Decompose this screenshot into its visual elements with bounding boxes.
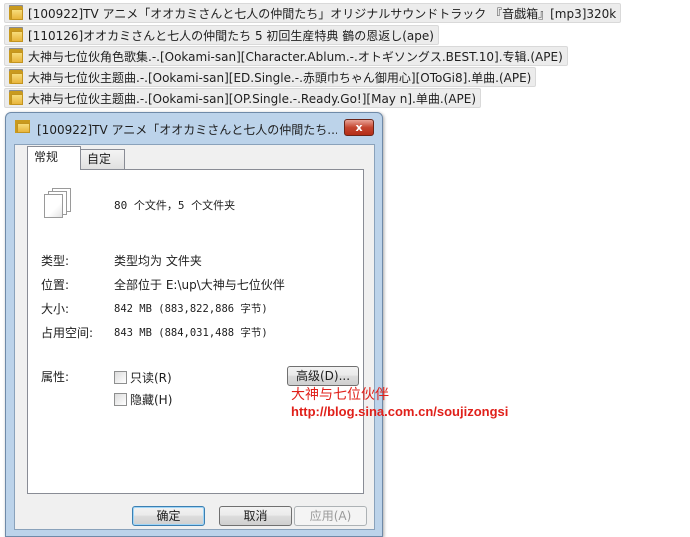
watermark-url: http://blog.sina.com.cn/soujizongsi: [291, 404, 509, 419]
folder-name: 大神与七位伙角色歌集.-.[Ookami-san][Character.Ablu…: [28, 49, 563, 64]
folder-icon: [8, 4, 24, 20]
readonly-option[interactable]: 只读(R): [114, 369, 172, 386]
folder-icon: [8, 89, 24, 105]
folder-icon: [8, 47, 24, 63]
hidden-label: 隐藏(H): [130, 393, 173, 407]
dialog-client-area: 常规 自定义 80 个文件，5 个文件夹 类型: 类型均为 文件夹 位置: 全部…: [14, 144, 375, 530]
watermark-title: 大神与七位伙伴: [291, 387, 389, 403]
folder-icon: [8, 68, 24, 84]
folder-name: 大神与七位伙主题曲.-.[Ookami-san][ED.Single.-.赤頭巾…: [28, 70, 532, 85]
folder-item[interactable]: 大神与七位伙角色歌集.-.[Ookami-san][Character.Ablu…: [4, 46, 568, 66]
dialog-titlebar[interactable]: [100922]TV アニメ「オオカミさんと七人の仲間たち... x: [6, 113, 382, 143]
readonly-label: 只读(R): [130, 371, 172, 385]
folder-item[interactable]: [100922]TV アニメ「オオカミさんと七人の仲間たち」オリジナルサウンドト…: [4, 3, 622, 23]
cancel-button[interactable]: 取消: [219, 506, 292, 526]
size-value: 842 MB (883,822,886 字节): [114, 303, 268, 315]
location-value: 全部位于 E:\up\大神与七位伙伴: [114, 278, 285, 292]
folder-icon: [15, 120, 31, 134]
folder-name: [100922]TV アニメ「オオカミさんと七人の仲間たち」オリジナルサウンドト…: [28, 6, 617, 21]
location-label: 位置:: [41, 278, 70, 292]
tab-general[interactable]: 常规: [27, 146, 81, 170]
folder-item[interactable]: 大神与七位伙主题曲.-.[Ookami-san][ED.Single.-.赤頭巾…: [4, 67, 537, 87]
apply-button[interactable]: 应用(A): [294, 506, 367, 526]
type-value: 类型均为 文件夹: [114, 254, 202, 268]
disk-size-label: 占用空间:: [41, 326, 94, 340]
ok-button[interactable]: 确定: [132, 506, 205, 526]
size-label: 大小:: [41, 302, 70, 316]
hidden-option[interactable]: 隐藏(H): [114, 391, 172, 408]
folder-name: 大神与七位伙主题曲.-.[Ookami-san][OP.Single.-.Rea…: [28, 91, 477, 106]
disk-size-value: 843 MB (884,031,488 字节): [114, 327, 268, 339]
folder-name: [110126]オオカミさんと七人の仲間たち 5 初回生産特典 鶴の恩返し(ap…: [28, 28, 434, 43]
folder-icon: [8, 26, 24, 42]
multiple-files-icon: [44, 188, 72, 220]
hidden-checkbox[interactable]: [114, 393, 127, 406]
general-tab-panel: 80 个文件，5 个文件夹 类型: 类型均为 文件夹 位置: 全部位于 E:\u…: [27, 169, 364, 494]
folder-item[interactable]: 大神与七位伙主题曲.-.[Ookami-san][OP.Single.-.Rea…: [4, 88, 482, 108]
properties-dialog: [100922]TV アニメ「オオカミさんと七人の仲間たち... x 常规 自定…: [5, 112, 383, 537]
readonly-checkbox[interactable]: [114, 371, 127, 384]
type-label: 类型:: [41, 254, 70, 268]
close-button[interactable]: x: [344, 119, 374, 136]
divider: [41, 235, 360, 236]
selection-summary: 80 个文件，5 个文件夹: [114, 199, 236, 212]
divider: [41, 349, 360, 350]
folder-item[interactable]: [110126]オオカミさんと七人の仲間たち 5 初回生産特典 鶴の恩返し(ap…: [4, 25, 439, 45]
attributes-label: 属性:: [41, 370, 70, 384]
tab-custom[interactable]: 自定义: [80, 149, 125, 184]
advanced-button[interactable]: 高级(D)...: [287, 366, 359, 386]
dialog-title: [100922]TV アニメ「オオカミさんと七人の仲間たち...: [37, 123, 337, 137]
